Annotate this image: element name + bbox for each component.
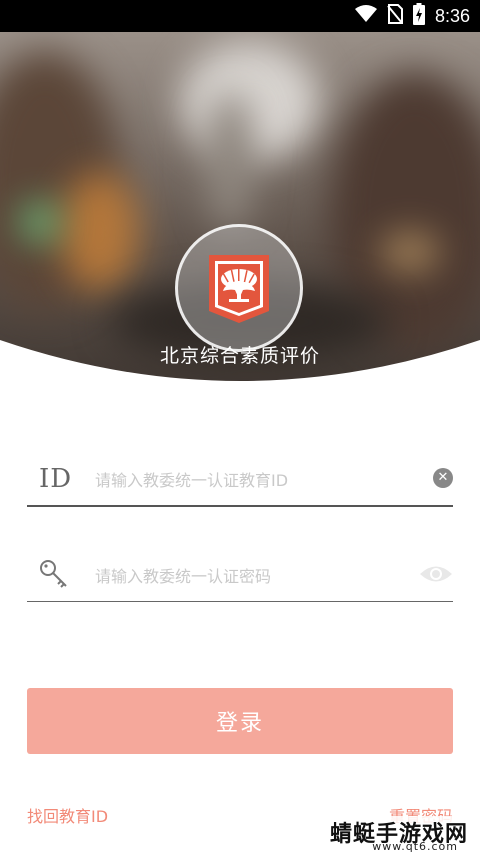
education-id-input[interactable] [93, 465, 407, 495]
app-title: 北京综合素质评价 [159, 345, 320, 367]
clear-input-icon[interactable]: ✕ [433, 468, 453, 488]
recover-id-link[interactable]: 找回教育ID [27, 803, 108, 827]
wifi-icon [354, 5, 377, 27]
show-password-icon[interactable] [419, 563, 453, 589]
tree-emblem-icon [209, 255, 269, 323]
site-watermark: 蜻蜓手游戏网 www.qt6.com [330, 816, 468, 853]
education-id-field[interactable]: ID ✕ [27, 455, 453, 507]
battery-charging-icon [412, 3, 425, 29]
password-input[interactable] [93, 561, 407, 591]
header-background: 北京综合素质评价 [0, 32, 480, 392]
watermark-url: www.qt6.com [372, 840, 458, 853]
app-logo [175, 224, 303, 352]
no-sim-icon [387, 4, 403, 28]
status-bar: 8:36 [0, 0, 480, 32]
key-icon [39, 559, 69, 593]
id-label-icon: ID [39, 464, 73, 494]
status-icons: 8:36 [354, 0, 470, 32]
login-button[interactable]: 登录 [27, 688, 453, 754]
password-field[interactable] [27, 551, 453, 602]
status-time: 8:36 [434, 5, 470, 26]
